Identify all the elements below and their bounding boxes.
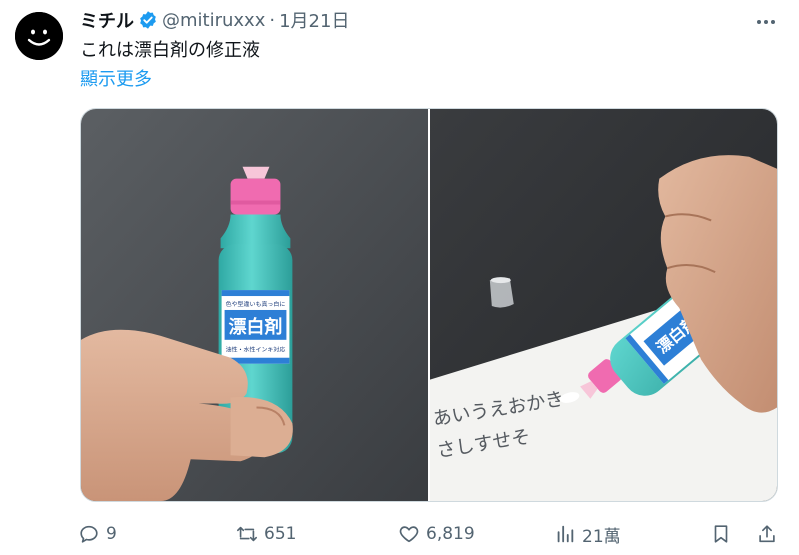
tweet-text: これは漂白剤の修正液 — [80, 40, 260, 61]
heart-icon — [399, 526, 419, 543]
views-button[interactable]: 21萬 — [554, 518, 621, 550]
reply-button[interactable]: 9 — [78, 518, 117, 550]
bookmark-button[interactable] — [710, 518, 732, 550]
tweet-actions-bar: 9 651 6,819 21萬 — [74, 518, 784, 550]
retweet-count: 651 — [264, 524, 297, 544]
tweet-date[interactable]: 1月21日 — [279, 7, 349, 33]
author-name[interactable]: ミチル — [80, 7, 134, 33]
media-grid: 色や型違いも真っ白に 漂白剤 油性・水性インキ対応 あいうえおかき さしすせそ … — [80, 108, 778, 502]
avatar[interactable] — [15, 12, 63, 60]
bottle-label-main-text: 漂白剤 — [229, 316, 283, 338]
show-more-link[interactable]: 顯示更多 — [80, 67, 152, 93]
more-options-button[interactable] — [752, 8, 780, 36]
share-button[interactable] — [756, 518, 778, 550]
verified-badge-icon — [138, 10, 158, 30]
bottle-label-top-text: 色や型違いも真っ白に — [226, 300, 286, 308]
retweet-button[interactable]: 651 — [236, 518, 296, 550]
smiley-face-icon — [15, 12, 63, 60]
author-handle[interactable]: @mitiruxxx — [162, 10, 265, 31]
bookmark-icon — [714, 525, 728, 543]
share-icon — [759, 525, 775, 543]
separator-dot: · — [269, 9, 276, 31]
analytics-bars-icon — [557, 525, 574, 543]
like-button[interactable]: 6,819 — [398, 518, 475, 550]
tweet-header: ミチル @mitiruxxx · 1月21日 — [80, 7, 349, 33]
reply-count: 9 — [106, 524, 117, 544]
media-image-writing-correction[interactable]: あいうえおかき さしすせそ 漂白剤 — [430, 109, 777, 501]
view-count: 21萬 — [582, 526, 621, 547]
bottle-label-bottom-text: 油性・水性インキ対応 — [226, 346, 286, 354]
reply-icon — [80, 525, 98, 543]
retweet-icon — [237, 526, 257, 542]
media-image-bottle-in-hand[interactable]: 色や型違いも真っ白に 漂白剤 油性・水性インキ対応 — [81, 109, 428, 501]
more-dots-icon — [757, 20, 761, 24]
like-count: 6,819 — [426, 524, 475, 544]
